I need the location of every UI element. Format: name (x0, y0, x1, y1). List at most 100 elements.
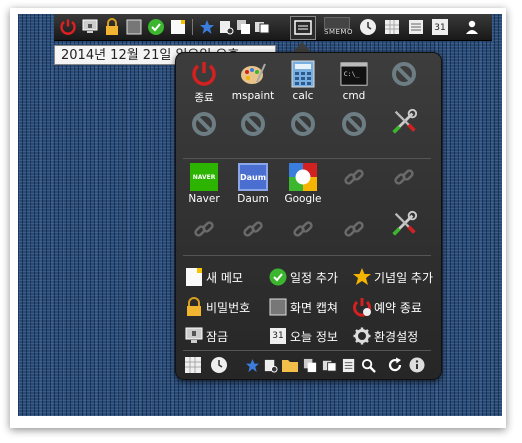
timer-power-icon (352, 297, 372, 317)
link-icon (340, 215, 368, 243)
naver-icon: NAVER (190, 163, 218, 191)
link-naver[interactable]: NAVER Naver (180, 163, 228, 211)
capture-icon[interactable] (124, 17, 144, 37)
link-icon (239, 215, 267, 243)
star-icon[interactable] (197, 17, 217, 37)
check-icon[interactable] (146, 17, 166, 37)
menu-screen-capture[interactable]: 화면 캡쳐 (268, 296, 338, 318)
section-divider (183, 350, 431, 351)
menu-label: 예약 종료 (374, 300, 422, 315)
clock-icon[interactable] (210, 356, 228, 374)
menu-label: 기념일 추가 (374, 270, 434, 285)
refresh-icon[interactable] (386, 356, 404, 374)
power-icon (190, 60, 218, 88)
disabled-icon (289, 110, 317, 138)
palette-icon (239, 60, 267, 88)
link-label: Naver (188, 193, 220, 205)
calendar-day: 31 (270, 328, 286, 344)
menu-settings[interactable]: 환경설정 (352, 325, 418, 347)
new-window-icon[interactable] (261, 356, 279, 374)
calendar-grid-icon[interactable] (184, 356, 202, 374)
clock-icon[interactable] (358, 17, 378, 37)
app-slot-empty[interactable] (180, 110, 228, 158)
list-icon[interactable] (340, 356, 358, 374)
menu-add-schedule[interactable]: 일정 추가 (268, 266, 338, 288)
link-label: Google (284, 193, 322, 205)
link-label: Daum (237, 193, 269, 205)
app-label: 종료 (194, 92, 214, 104)
svg-text:C:\_: C:\_ (344, 70, 360, 78)
memo-icon (184, 267, 204, 287)
capture-icon (268, 297, 288, 317)
menu-label: 비밀번호 (206, 300, 251, 315)
info-icon[interactable] (408, 356, 426, 374)
copy-icon[interactable] (301, 356, 319, 374)
app-edit-tools[interactable] (380, 108, 428, 156)
lock-icon (184, 297, 204, 317)
monitor-lock-icon[interactable] (80, 17, 100, 37)
memo-icon[interactable] (168, 17, 188, 37)
app-slot-empty[interactable] (229, 110, 277, 158)
folder-icon[interactable] (281, 356, 299, 374)
app-calc[interactable]: calc (279, 60, 327, 108)
calendar-grid-icon[interactable] (382, 17, 402, 37)
power-icon[interactable] (58, 17, 78, 37)
monitor-lock-icon (184, 326, 204, 346)
star-icon (352, 267, 372, 287)
link-daum[interactable]: Daum Daum (229, 163, 277, 211)
link-slot-empty[interactable] (330, 163, 378, 211)
app-cmd[interactable]: C:\_ cmd (330, 60, 378, 108)
app-slot-empty[interactable] (279, 110, 327, 158)
menu-new-memo[interactable]: 새 메모 (184, 266, 243, 288)
disabled-icon (239, 110, 267, 138)
app-label: calc (292, 90, 314, 102)
menu-label: 오늘 정보 (290, 329, 338, 344)
menu-scheduled-shutdown[interactable]: 예약 종료 (352, 296, 422, 318)
menu-password[interactable]: 비밀번호 (184, 296, 250, 318)
disabled-icon (190, 110, 218, 138)
menu-label: 화면 캡쳐 (290, 300, 338, 315)
menu-label: 잠금 (206, 329, 229, 344)
google-icon (289, 163, 317, 191)
calculator-icon (289, 60, 317, 88)
user-icon[interactable] (462, 17, 482, 37)
app-label: cmd (342, 90, 366, 102)
link-google[interactable]: Google (279, 163, 327, 211)
terminal-icon: C:\_ (340, 60, 368, 88)
search-icon[interactable] (359, 356, 377, 374)
smemo-label: SMEMO (324, 28, 353, 36)
menu-add-anniversary[interactable]: 기념일 추가 (352, 266, 433, 288)
new-window-icon[interactable] (216, 17, 236, 37)
lock-icon[interactable] (102, 17, 122, 37)
tools-icon (390, 210, 418, 238)
app-slot-empty[interactable] (380, 60, 428, 108)
menu-label: 환경설정 (374, 329, 419, 344)
taskbar-separator (192, 19, 193, 35)
check-icon (268, 267, 288, 287)
tools-icon (390, 108, 418, 136)
windows-icon[interactable] (320, 356, 338, 374)
link-edit-tools[interactable] (380, 210, 428, 258)
naver-badge: NAVER (190, 163, 218, 191)
link-slot-empty[interactable] (380, 163, 428, 211)
smemo-button[interactable] (290, 16, 316, 40)
settings-icon (352, 326, 372, 346)
app-label: mspaint (231, 90, 275, 102)
calendar-day: 31 (432, 19, 448, 35)
disabled-icon (390, 60, 418, 88)
daum-badge: Daum (238, 163, 268, 191)
menu-today-info[interactable]: 31 오늘 정보 (268, 325, 338, 347)
windows-icon[interactable] (252, 17, 272, 37)
menu-lock-screen[interactable]: 잠금 (184, 325, 228, 347)
copy-icon[interactable] (234, 17, 254, 37)
app-mspaint[interactable]: mspaint (229, 60, 277, 108)
link-icon (390, 163, 418, 191)
app-shutdown[interactable]: 종료 (180, 60, 228, 108)
calendar-icon[interactable]: 31 (430, 17, 450, 37)
list-icon[interactable] (406, 17, 426, 37)
app-slot-empty[interactable] (330, 110, 378, 158)
section-divider (183, 255, 431, 256)
menu-label: 새 메모 (206, 270, 243, 285)
star-icon[interactable] (243, 356, 261, 374)
calendar-icon: 31 (268, 326, 288, 346)
